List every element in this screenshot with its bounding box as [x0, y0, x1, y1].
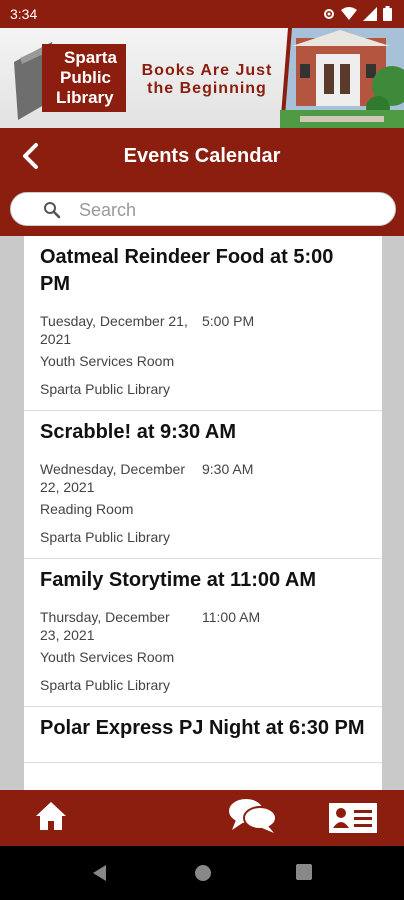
- status-time: 3:34: [10, 6, 38, 22]
- event-library: Sparta Public Library: [40, 677, 170, 693]
- event-title: Polar Express PJ Night at 6:30 PM: [40, 717, 365, 739]
- event-room: Youth Services Room: [40, 649, 175, 665]
- svg-text:Public: Public: [60, 68, 111, 87]
- system-nav-bar: [0, 846, 404, 900]
- wifi-icon: [341, 6, 357, 20]
- signal-icon: [363, 6, 377, 21]
- home-icon[interactable]: [34, 800, 68, 832]
- contact-card-icon[interactable]: [328, 802, 378, 834]
- settings-gear-icon: [324, 8, 334, 19]
- svg-text:Library: Library: [56, 88, 114, 107]
- event-library: Sparta Public Library: [40, 381, 170, 397]
- page-title: Events Calendar: [123, 145, 281, 167]
- event-time: 5:00 PM: [202, 313, 255, 329]
- tagline-line1: Books Are Just: [141, 62, 273, 79]
- back-triangle-icon[interactable]: [92, 864, 108, 882]
- library-logo: Sparta Public Library: [14, 42, 126, 120]
- bottom-nav: [0, 790, 404, 846]
- banner-tagline: Books Are Just the Beginning: [132, 62, 282, 98]
- event-when: Wednesday, December 22, 2021 9:30 AM: [40, 460, 366, 496]
- tagline-line2: the Beginning: [147, 80, 267, 97]
- search-icon: [44, 202, 61, 219]
- event-library: Sparta Public Library: [40, 529, 170, 545]
- library-banner: Sparta Public Library Books Are Just the…: [0, 28, 404, 128]
- recents-square-icon[interactable]: [296, 864, 312, 880]
- event-date: Thursday, December 23, 2021: [40, 609, 170, 643]
- event-date: Tuesday, December 21, 2021: [40, 313, 188, 347]
- event-when: Tuesday, December 21, 2021 5:00 PM: [40, 312, 366, 348]
- svg-text:Sparta: Sparta: [64, 48, 117, 67]
- home-circle-icon[interactable]: [194, 864, 212, 882]
- battery-icon: [383, 6, 392, 21]
- events-list[interactable]: Oatmeal Reindeer Food at 5:00 PM Tuesday…: [24, 236, 382, 790]
- search-field[interactable]: [10, 192, 396, 226]
- event-item[interactable]: Scrabble! at 9:30 AM Wednesday, December…: [24, 411, 382, 559]
- event-title: Oatmeal Reindeer Food at 5:00 PM: [40, 246, 334, 295]
- event-item[interactable]: Family Storytime at 11:00 AM Thursday, D…: [24, 559, 382, 707]
- status-bar: 3:34: [0, 0, 404, 28]
- event-title: Family Storytime at 11:00 AM: [40, 569, 317, 591]
- search-bar: [0, 184, 404, 236]
- app-header: Events Calendar: [0, 128, 404, 184]
- event-date: Wednesday, December 22, 2021: [40, 461, 185, 495]
- event-time: 9:30 AM: [202, 461, 254, 477]
- event-item[interactable]: Oatmeal Reindeer Food at 5:00 PM Tuesday…: [24, 236, 382, 411]
- event-time: 11:00 AM: [202, 609, 261, 625]
- search-input[interactable]: [79, 196, 379, 224]
- library-building-photo: [280, 28, 404, 128]
- event-when: Thursday, December 23, 2021 11:00 AM: [40, 608, 366, 644]
- event-title: Scrabble! at 9:30 AM: [40, 421, 236, 443]
- status-icons: [323, 6, 392, 21]
- event-item[interactable]: Polar Express PJ Night at 6:30 PM: [24, 707, 382, 763]
- chat-icon[interactable]: [228, 798, 278, 834]
- event-room: Reading Room: [40, 501, 134, 517]
- event-room: Youth Services Room: [40, 353, 175, 369]
